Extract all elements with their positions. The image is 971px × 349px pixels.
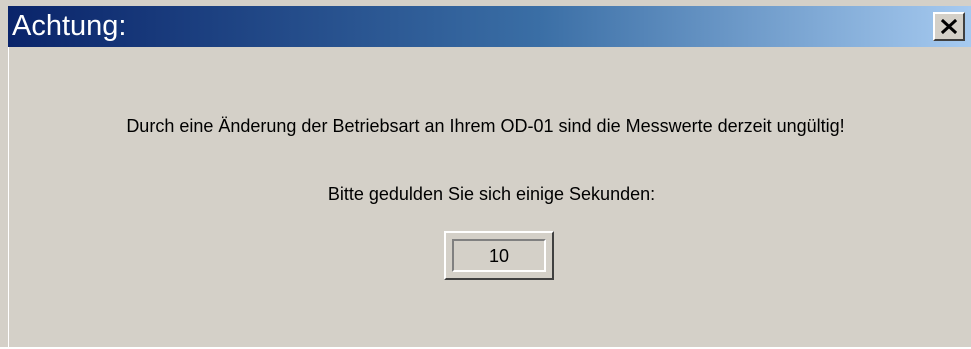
close-icon (941, 19, 957, 34)
wait-prompt: Bitte gedulden Sie sich einige Sekunden: (327, 184, 656, 204)
title-bar[interactable]: Achtung: (8, 6, 971, 47)
countdown-value: 10 (488, 246, 510, 266)
close-button[interactable] (933, 12, 965, 41)
warning-message: Durch eine Änderung der Betriebsart an I… (126, 116, 845, 136)
countdown-box: 10 (444, 231, 554, 280)
warning-dialog: Achtung: Durch eine Änderung der Betrieb… (0, 0, 971, 349)
window-title: Achtung: (12, 10, 127, 42)
